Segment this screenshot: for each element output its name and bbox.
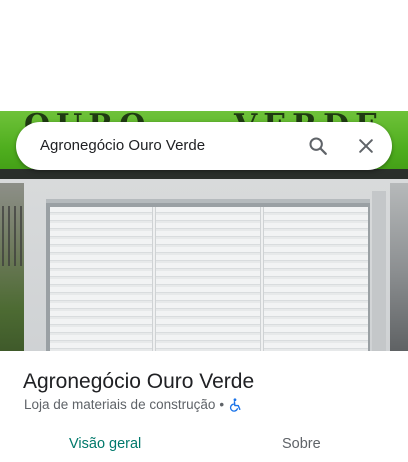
place-category[interactable]: Loja de materiais de construção xyxy=(24,396,215,414)
tab-overview[interactable]: Visão geral xyxy=(69,434,141,454)
close-icon xyxy=(359,139,373,153)
search-icon xyxy=(309,137,327,155)
side-scenery-right xyxy=(390,183,408,351)
shutter-divider xyxy=(260,207,264,351)
search-input[interactable]: Agronegócio Ouro Verde xyxy=(40,136,205,156)
place-title: Agronegócio Ouro Verde xyxy=(23,370,255,393)
shutter-divider xyxy=(152,207,156,351)
tab-about[interactable]: Sobre xyxy=(282,434,321,454)
rolling-shutter xyxy=(50,207,368,351)
fence xyxy=(2,206,22,266)
search-bar[interactable]: Agronegócio Ouro Verde xyxy=(16,122,392,170)
wheelchair-icon xyxy=(229,398,242,412)
search-button[interactable] xyxy=(302,130,334,162)
sign-stripe xyxy=(0,169,408,179)
wall-pillar xyxy=(372,191,386,351)
place-page: OURO VERDE Agronegócio Ouro Verde xyxy=(0,0,408,462)
separator-dot: • xyxy=(219,397,225,412)
clear-search-button[interactable] xyxy=(350,130,382,162)
place-subtitle: Loja de materiais de construção • xyxy=(24,396,242,414)
